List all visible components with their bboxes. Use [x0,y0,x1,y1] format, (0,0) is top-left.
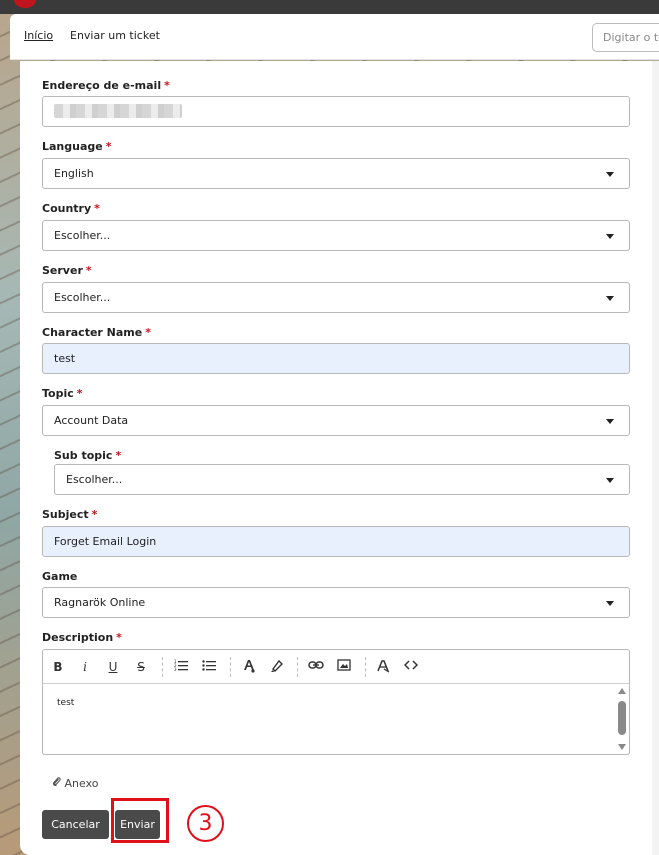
highlight-icon[interactable] [268,659,286,675]
top-bar [0,0,659,14]
chevron-down-icon [606,172,614,177]
italic-button[interactable]: i [76,659,94,675]
character-name-field[interactable]: test [42,343,630,374]
language-select[interactable]: English [42,158,630,189]
search-input[interactable]: Digitar o te [592,23,659,52]
clear-format-icon[interactable] [374,659,392,675]
scroll-edge [652,61,659,855]
link-icon[interactable] [307,659,325,675]
redacted-email [54,104,182,118]
sub-topic-select[interactable]: Escolher... [54,464,630,495]
bullet-list-icon[interactable] [200,659,218,675]
chevron-down-icon [606,601,614,606]
ordered-list-icon[interactable]: 123 [172,659,190,675]
character-name-label: Character Name * [42,326,151,339]
scroll-down-icon[interactable] [618,744,626,750]
chevron-down-icon [606,296,614,301]
scroll-thumb[interactable] [618,701,626,735]
description-text: test [57,698,75,708]
description-editor: B i U S 123 test [42,649,630,755]
chevron-down-icon [606,478,614,483]
image-icon[interactable] [335,659,353,675]
topic-select[interactable]: Account Data [42,405,630,436]
game-label: Game [42,570,78,583]
svg-text:3: 3 [174,667,177,671]
language-label: Language * [42,140,112,153]
subject-field[interactable]: Forget Email Login [42,526,630,557]
toolbar-divider [230,657,231,677]
attachment-link[interactable]: Anexo [52,776,98,790]
top-nav: Início Enviar um ticket Digitar o te [10,14,659,60]
brand-logo[interactable] [14,0,36,8]
attachment-label: Anexo [64,777,99,790]
server-select[interactable]: Escolher... [42,282,630,313]
nav-home-link[interactable]: Início [24,29,53,42]
strikethrough-button[interactable]: S [132,659,150,675]
subject-label: Subject * [42,508,98,521]
description-textarea[interactable]: test [43,684,629,755]
topic-label: Topic * [42,387,83,400]
font-color-icon[interactable] [240,659,258,675]
scroll-up-icon[interactable] [618,688,626,694]
editor-scrollbar[interactable] [617,686,627,752]
description-label: Description * [42,631,122,644]
code-view-icon[interactable] [402,659,420,675]
game-select[interactable]: Ragnarök Online [42,587,630,618]
cancel-button[interactable]: Cancelar [42,810,109,839]
underline-button[interactable]: U [104,659,122,675]
submit-highlight-box [111,798,169,843]
toolbar-divider [365,657,366,677]
country-label: Country * [42,202,100,215]
toolbar-divider [297,657,298,677]
chevron-down-icon [606,234,614,239]
paperclip-icon [52,777,65,790]
email-label: Endereço de e-mail * [42,79,170,92]
country-select[interactable]: Escolher... [42,220,630,251]
email-field[interactable] [42,96,630,127]
server-label: Server * [42,264,92,277]
editor-toolbar: B i U S 123 [43,650,629,684]
step-number-badge: 3 [187,805,224,842]
bold-button[interactable]: B [49,659,67,675]
nav-submit-ticket-link[interactable]: Enviar um ticket [70,29,160,42]
toolbar-divider [162,657,163,677]
sub-topic-label: Sub topic * [54,449,122,462]
chevron-down-icon [606,419,614,424]
ticket-form: Endereço de e-mail * Language * English Co… [20,61,652,855]
